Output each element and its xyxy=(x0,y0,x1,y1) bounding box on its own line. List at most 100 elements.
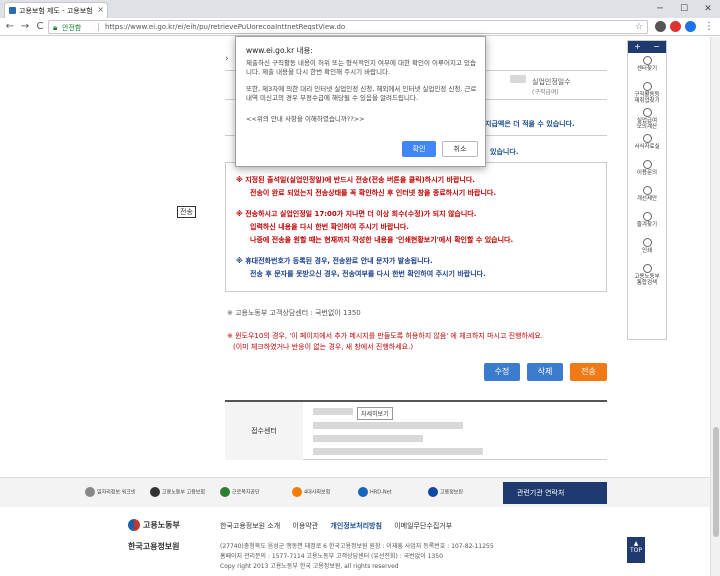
redacted-value xyxy=(313,422,463,429)
notice-line: 전송 후 문자를 못받으신 경우, 전송여부를 다시 한번 확인하여 주시기 바… xyxy=(250,270,486,278)
partner-logo-icon xyxy=(150,487,160,497)
lock-icon: 🔒︎ xyxy=(53,23,58,32)
send-tag: 전송 xyxy=(177,206,196,218)
row-label: 실업인정일수 xyxy=(532,78,571,86)
dialog-question: <<위의 안내 사항을 이해하였습니까??>> xyxy=(246,115,365,123)
chat-icon xyxy=(642,160,652,169)
delete-button[interactable]: 삭제 xyxy=(527,363,563,381)
redacted-value xyxy=(313,448,483,455)
partner-logo-icon xyxy=(358,487,368,497)
address-bar[interactable]: 🔒︎ 안전함 | https://www.ei.go.kr/ei/eih/pu/… xyxy=(48,20,648,34)
notice-line: ※ 휴대전화번호가 등록된 경우, 전송완료 안내 문자가 발송됩니다. xyxy=(236,257,433,265)
notice-box: ※ 지정된 출석일(실업인정일)에 반드시 전송(전송 버튼을 클릭)하시기 바… xyxy=(225,162,607,292)
redacted-value xyxy=(313,408,353,415)
ministry-logo: 고용노동부 xyxy=(128,519,180,531)
partner-link[interactable]: 4대사회보험 xyxy=(292,487,330,497)
window-controls: ─ ☐ ✕ xyxy=(648,0,720,18)
notice-line: 전송이 완료 되었는지 전송상태를 꼭 확인하신 후 인터넷 창을 종료하시기 … xyxy=(250,189,496,197)
print-icon xyxy=(642,238,652,247)
dialog-cancel-button[interactable]: 취소 xyxy=(442,141,478,157)
scrollbar-thumb[interactable] xyxy=(713,427,719,537)
notice-line: ※ 지정된 출석일(실업인정일)에 반드시 전송(전송 버튼을 클릭)하시기 바… xyxy=(236,176,475,184)
quick-menu-item[interactable]: 구직활동등 재취업찾기 xyxy=(628,79,666,105)
receiving-center-box: 접수센터 자세히보기 xyxy=(225,400,607,460)
notice-text: 지급액은 더 적을 수 있습니다. xyxy=(485,120,575,128)
partner-link[interactable]: 근로복지공단 xyxy=(220,487,260,497)
quick-menu-item[interactable]: 개선제안 xyxy=(628,183,666,209)
quick-menu-item[interactable]: 이용문의 xyxy=(628,157,666,183)
dialog-ok-button[interactable]: 확인 xyxy=(402,141,436,157)
partner-logo-icon xyxy=(292,487,302,497)
url-text[interactable]: https://www.ei.go.kr/ei/eih/pu/retrieveP… xyxy=(105,23,345,31)
footer-address: (27740)충청북도 음성군 맹동면 태정로 6 한국고용정보원 원장 : 이… xyxy=(220,543,494,550)
redacted-value xyxy=(313,435,423,442)
browser-toolbar: ← → C 🔒︎ 안전함 | https://www.ei.go.kr/ei/e… xyxy=(0,18,720,36)
notice-line: 입력하신 내용을 다시 한번 확인하여 주시기 바랍니다. xyxy=(250,223,409,231)
footer-link-privacy[interactable]: 개인정보처리방침 xyxy=(330,522,382,530)
reload-button[interactable]: C xyxy=(33,20,47,34)
receiving-center-label: 접수센터 xyxy=(225,402,303,460)
dialog-message: 또한, 제3자에 의한 대리 인터넷 실업인정 신청, 해외에서 인터넷 실업인… xyxy=(246,85,477,102)
favicon-icon xyxy=(9,7,16,14)
quick-menu-item[interactable]: 실업급여 모의계산 xyxy=(628,105,666,131)
maximize-button[interactable]: ☐ xyxy=(672,0,696,18)
site-footer: 고용노동부 한국고용정보원 한국고용정보원 소개 이용약관 개인정보처리방침 이… xyxy=(0,507,710,576)
url-separator: | xyxy=(97,22,100,31)
quick-menu-item[interactable]: 센터찾기 xyxy=(628,53,666,79)
related-agencies-button[interactable]: 관련기관 연락처 xyxy=(503,482,607,504)
footer-link[interactable]: 이메일무단수집거부 xyxy=(394,522,452,530)
keis-logo: 한국고용정보원 xyxy=(128,542,180,551)
tab-title: 고용보험 제도 - 고용보험 xyxy=(19,7,93,15)
detail-button[interactable]: 자세히보기 xyxy=(357,407,393,420)
notice-text: 있습니다. xyxy=(490,148,519,156)
tab-close-icon[interactable]: × xyxy=(97,5,104,14)
extension-icon[interactable] xyxy=(670,21,681,32)
partner-link[interactable]: 일자리정보 워크넷 xyxy=(85,487,135,497)
partner-link[interactable]: HRD-Net xyxy=(358,487,392,497)
ministry-emblem-icon xyxy=(128,519,140,531)
close-window-button[interactable]: ✕ xyxy=(696,0,720,18)
location-icon xyxy=(642,82,652,91)
partner-links: 일자리정보 워크넷 고용노동부 고용보험 근로복지공단 4대사회보험 HRD-N… xyxy=(0,477,710,507)
partner-logo-icon xyxy=(220,487,230,497)
page-scrollbar[interactable] xyxy=(710,37,720,576)
back-button[interactable]: ← xyxy=(3,20,17,34)
browser-tabbar: 고용보험 제도 - 고용보험 × ─ ☐ ✕ xyxy=(0,0,720,18)
extension-icon[interactable] xyxy=(685,21,696,32)
footer-copyright: Copy right 2013 고용노동부 한국 고용정보원, all righ… xyxy=(220,563,399,570)
quick-menu-item[interactable]: 고용노동부 통합검색 xyxy=(628,261,666,287)
search-icon xyxy=(642,264,652,273)
quick-menu-item[interactable]: 인쇄 xyxy=(628,235,666,261)
notice-line: 나중에 전송을 원할 때는 현재까지 작성한 내용을 '인쇄현황보기'에서 확인… xyxy=(250,236,514,244)
row-label-sub: (구직급여) xyxy=(532,89,559,96)
quick-menu-header: + − xyxy=(628,41,666,53)
warning-text: ※ 윈도우10의 경우, '이 페이지에서 추가 메시지를 만들도록 허용하지 … xyxy=(227,332,544,340)
notice-line: ※ 전송하시고 실업인정일 17:00가 지나면 더 이상 회수(수정)가 되지… xyxy=(236,210,477,218)
chevron-right-icon: › xyxy=(225,54,229,64)
browser-tab[interactable]: 고용보험 제도 - 고용보험 × xyxy=(4,2,108,18)
partner-link[interactable]: 고용노동부 고용보험 xyxy=(150,487,205,497)
quick-menu-item[interactable]: 즐겨찾기 xyxy=(628,209,666,235)
quick-menu: + − 센터찾기 구직활동등 재취업찾기 실업급여 모의계산 서식자료실 이용문… xyxy=(627,40,667,340)
redacted-value xyxy=(510,75,526,83)
star-icon xyxy=(642,212,652,221)
zoom-in-button[interactable]: + xyxy=(634,41,641,53)
dialog-title: www.ei.go.kr 내용: xyxy=(246,46,313,55)
send-button[interactable]: 전송 xyxy=(570,363,607,381)
footer-link[interactable]: 이용약관 xyxy=(292,522,318,530)
footer-link[interactable]: 한국고용정보원 소개 xyxy=(220,522,280,530)
minimize-button[interactable]: ─ xyxy=(648,0,672,18)
footer-links: 한국고용정보원 소개 이용약관 개인정보처리방침 이메일무단수집거부 xyxy=(220,521,462,531)
alert-dialog: www.ei.go.kr 내용: 제출하신 구직활동 내용이 허위 또는 형식적… xyxy=(235,36,486,167)
extension-icon[interactable] xyxy=(655,21,666,32)
quick-menu-item[interactable]: 서식자료실 xyxy=(628,131,666,157)
edit-button[interactable]: 수정 xyxy=(484,363,520,381)
dialog-message: 제출하신 구직활동 내용이 허위 또는 형식적인지 여부에 대한 확인이 이루어… xyxy=(246,59,476,76)
forward-button[interactable]: → xyxy=(18,20,32,34)
scroll-top-button[interactable]: ▲ TOP xyxy=(627,537,645,563)
menu-icon[interactable]: ⋮ xyxy=(702,20,716,34)
partner-logo-icon xyxy=(85,487,95,497)
zoom-out-button[interactable]: − xyxy=(653,41,660,53)
partner-link[interactable]: 고용정보원 xyxy=(428,487,463,497)
bookmark-star-icon[interactable]: ☆ xyxy=(635,22,643,32)
